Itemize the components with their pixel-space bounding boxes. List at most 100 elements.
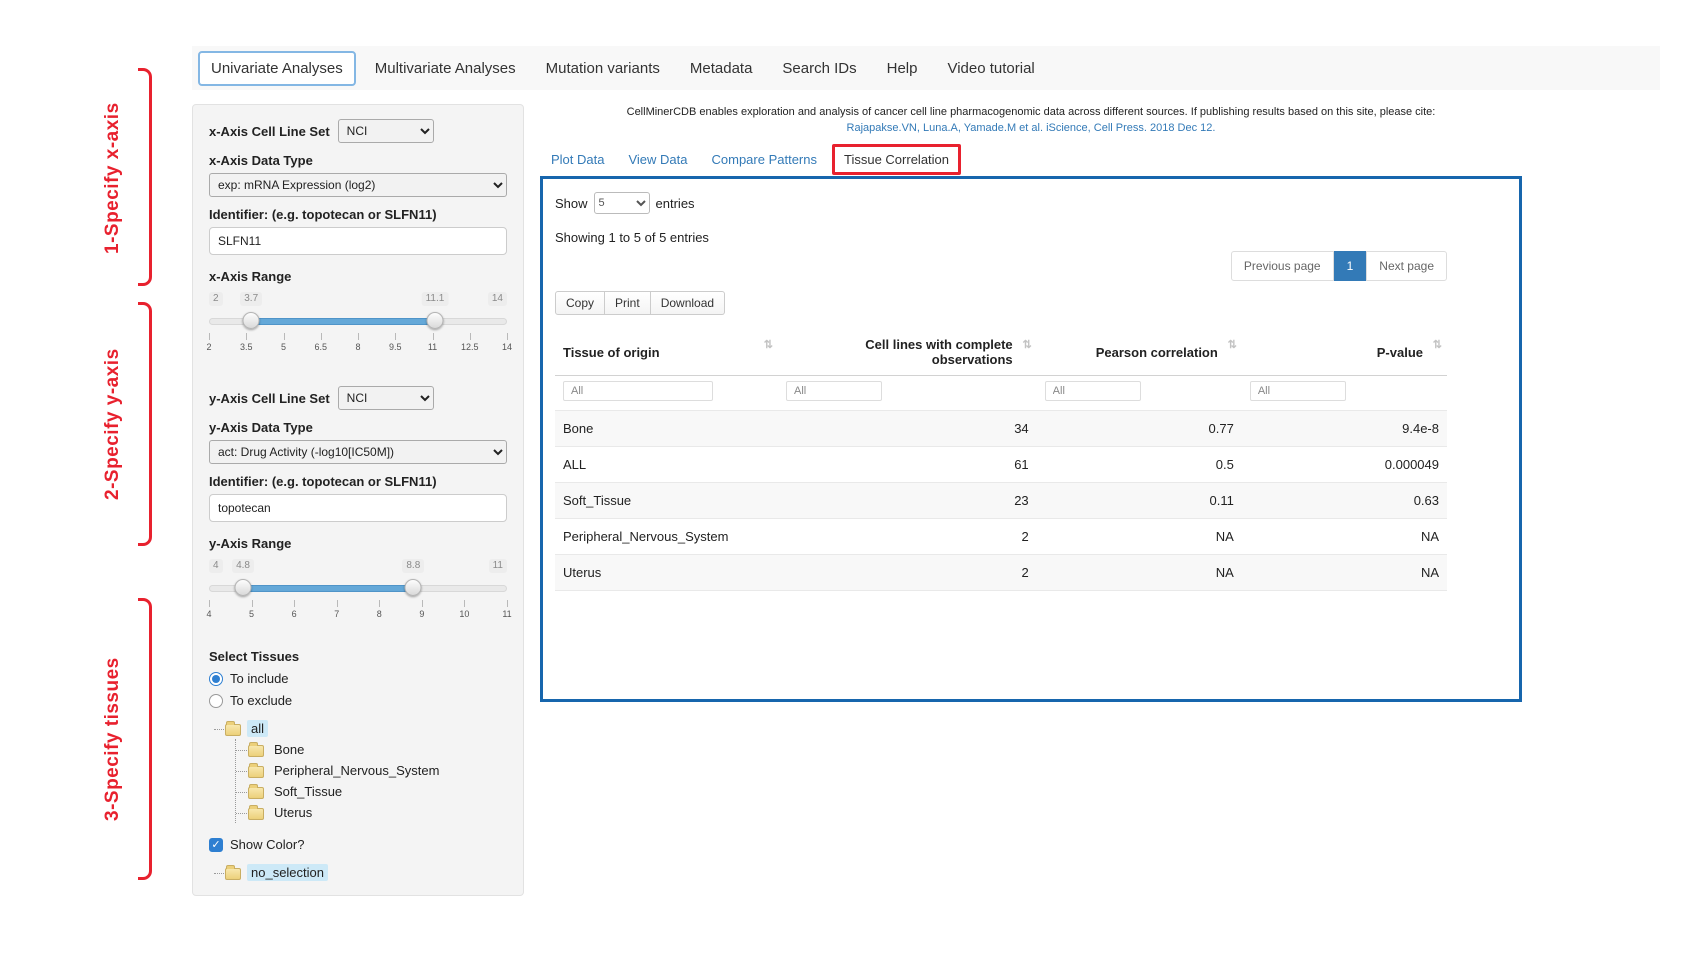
show-entries-select[interactable]: 5: [594, 192, 650, 214]
y-range-slider: 4 11 4.8 8.8 4567891011: [209, 559, 507, 623]
table-cell: 23: [778, 483, 1037, 519]
sidebar-panel: x-Axis Cell Line Set NCI x-Axis Data Typ…: [192, 104, 524, 896]
show-color-label: Show Color?: [230, 837, 304, 852]
slider-max-label: 14: [488, 292, 507, 306]
slider-tick: [507, 600, 508, 607]
correlation-table: Tissue of origin ⇅ Cell lines with compl…: [555, 329, 1447, 591]
filter-pearson-correlation[interactable]: [1045, 381, 1141, 401]
radio-to-exclude[interactable]: To exclude: [209, 693, 507, 708]
y-identifier-input[interactable]: [209, 494, 507, 522]
slider-tick-label: 8: [377, 609, 382, 619]
table-cell: 0.63: [1242, 483, 1447, 519]
x-data-type-select[interactable]: exp: mRNA Expression (log2): [209, 173, 507, 197]
x-cell-line-set-select[interactable]: NCI: [338, 119, 434, 143]
column-header-p-value[interactable]: P-value ⇅: [1242, 329, 1447, 376]
tab-univariate-analyses[interactable]: Univariate Analyses: [198, 51, 356, 86]
filter-tissue-of-origin[interactable]: [563, 381, 713, 401]
tab-multivariate-analyses[interactable]: Multivariate Analyses: [364, 53, 527, 84]
x-identifier-input[interactable]: [209, 227, 507, 255]
filter-cell-lines[interactable]: [786, 381, 882, 401]
sort-icon: ⇅: [1228, 338, 1237, 351]
y-data-type-select[interactable]: act: Drug Activity (-log10[IC50M]): [209, 440, 507, 464]
radio-icon: [209, 694, 223, 708]
print-button[interactable]: Print: [605, 291, 651, 315]
slider-tick-label: 5: [281, 342, 286, 352]
folder-icon: [225, 868, 241, 880]
slider-max-label: 11: [489, 559, 507, 573]
radio-to-include[interactable]: To include: [209, 671, 507, 686]
subtab-compare-patterns[interactable]: Compare Patterns: [703, 146, 827, 173]
slider-tick-label: 11: [502, 609, 511, 619]
slider-from-label: 4.8: [232, 559, 254, 573]
slider-handle-from[interactable]: [235, 579, 252, 596]
citation-text: CellMinerCDB enables exploration and ana…: [540, 106, 1522, 118]
table-body: Bone340.779.4e-8ALL610.50.000049Soft_Tis…: [555, 411, 1447, 591]
tab-search-ids[interactable]: Search IDs: [771, 53, 867, 84]
citation: CellMinerCDB enables exploration and ana…: [540, 106, 1522, 134]
column-header-label: Tissue of origin: [563, 345, 660, 360]
slider-tick-label: 5: [249, 609, 254, 619]
column-header-tissue-of-origin[interactable]: Tissue of origin ⇅: [555, 329, 778, 376]
tree-item-all[interactable]: all: [225, 718, 507, 739]
pagination-previous[interactable]: Previous page: [1231, 251, 1334, 281]
tissue-tree: all Bone Peripheral_Nervous_System Soft_…: [213, 718, 507, 823]
slider-tick-label: 6: [292, 609, 297, 619]
table-cell: NA: [1242, 555, 1447, 591]
table-row: Peripheral_Nervous_System2NANA: [555, 519, 1447, 555]
entries-label: entries: [656, 196, 695, 211]
filter-p-value[interactable]: [1250, 381, 1346, 401]
table-cell: NA: [1037, 555, 1242, 591]
radio-icon: [209, 672, 223, 686]
slider-tick: [395, 333, 396, 340]
download-button[interactable]: Download: [651, 291, 725, 315]
tree-item-label: Bone: [270, 741, 308, 758]
table-row: ALL610.50.000049: [555, 447, 1447, 483]
annotation-x-axis-bracket: [138, 68, 152, 286]
folder-icon: [248, 808, 264, 820]
show-color-checkbox[interactable]: Show Color?: [209, 837, 507, 852]
tree-item-label: Uterus: [270, 804, 316, 821]
x-range-slider: 2 14 3.7 11.1 23.556.589.51112.514: [209, 292, 507, 356]
slider-handle-from[interactable]: [243, 312, 260, 329]
slider-tick: [507, 333, 508, 340]
table-cell: Peripheral_Nervous_System: [555, 519, 778, 555]
slider-selected-bar: [251, 318, 435, 325]
table-cell: 2: [778, 555, 1037, 591]
sort-icon: ⇅: [1022, 338, 1031, 351]
column-header-cell-lines[interactable]: Cell lines with complete observations ⇅: [778, 329, 1037, 376]
slider-selected-bar: [243, 585, 413, 592]
y-cell-line-set-select[interactable]: NCI: [338, 386, 434, 410]
subtab-plot-data[interactable]: Plot Data: [542, 146, 613, 173]
table-cell: 0.000049: [1242, 447, 1447, 483]
tree-item-bone[interactable]: Bone: [248, 739, 507, 760]
tab-video-tutorial[interactable]: Video tutorial: [936, 53, 1045, 84]
tree-item-soft-tissue[interactable]: Soft_Tissue: [248, 781, 507, 802]
citation-link[interactable]: Rajapakse.VN, Luna.A, Yamade.M et al. iS…: [540, 122, 1522, 134]
slider-handle-to[interactable]: [405, 579, 422, 596]
subtab-view-data[interactable]: View Data: [619, 146, 696, 173]
pagination-next[interactable]: Next page: [1366, 251, 1447, 281]
y-data-type-label: y-Axis Data Type: [209, 420, 507, 435]
slider-from-label: 3.7: [240, 292, 262, 306]
tab-metadata[interactable]: Metadata: [679, 53, 764, 84]
subtab-tissue-correlation[interactable]: Tissue Correlation: [832, 144, 961, 175]
checkbox-check-icon: [209, 838, 223, 852]
copy-button[interactable]: Copy: [555, 291, 605, 315]
top-navbar: Univariate Analyses Multivariate Analyse…: [192, 46, 1660, 90]
tab-help[interactable]: Help: [876, 53, 929, 84]
x-cell-line-set-label: x-Axis Cell Line Set: [209, 124, 330, 139]
slider-tick: [284, 333, 285, 340]
tab-mutation-variants[interactable]: Mutation variants: [535, 53, 671, 84]
pagination-page-1[interactable]: 1: [1334, 251, 1367, 281]
column-header-pearson-correlation[interactable]: Pearson correlation ⇅: [1037, 329, 1242, 376]
slider-tick-label: 10: [459, 609, 469, 619]
tree-item-peripheral-nervous-system[interactable]: Peripheral_Nervous_System: [248, 760, 507, 781]
slider-handle-to[interactable]: [426, 312, 443, 329]
slider-tick-label: 14: [502, 342, 512, 352]
slider-tick-label: 9: [419, 609, 424, 619]
tree-item-no-selection[interactable]: no_selection: [225, 862, 507, 883]
slider-tick: [337, 600, 338, 607]
x-identifier-label: Identifier: (e.g. topotecan or SLFN11): [209, 207, 507, 222]
tree-item-uterus[interactable]: Uterus: [248, 802, 507, 823]
tree-item-label: no_selection: [247, 864, 328, 881]
